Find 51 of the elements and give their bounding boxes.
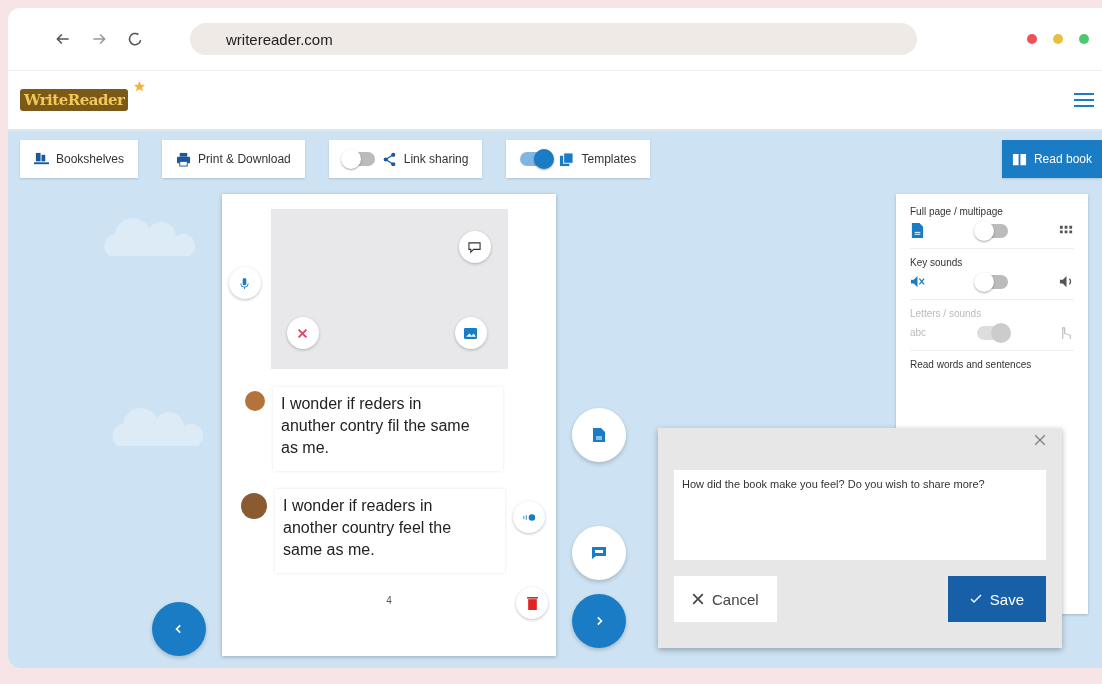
- settings-label: Read words and sentences: [910, 359, 1033, 370]
- image-icon: [464, 326, 477, 340]
- toolbar-button[interactable]: Print & Download: [162, 140, 305, 178]
- star-icon: [134, 81, 146, 92]
- trash-icon: [525, 596, 539, 610]
- toolbar-button[interactable]: Bookshelves: [20, 140, 139, 178]
- avatar-icon: [245, 391, 265, 411]
- close-icon: [296, 326, 309, 340]
- page-text[interactable]: I wonder if readers in another country feel the same as me.: [275, 489, 505, 573]
- setting-label: Full page / multipage: [910, 206, 1004, 217]
- toolbar-button[interactable]: Read book: [1001, 140, 1102, 178]
- page-number: 4: [386, 595, 392, 606]
- document-icon: [592, 428, 606, 442]
- bookshelf-icon: [34, 151, 49, 167]
- speaker-muted-icon: [910, 274, 925, 289]
- voice-button[interactable]: [513, 501, 545, 533]
- microphone-icon: [238, 276, 251, 290]
- toggle-switch[interactable]: [976, 223, 1008, 238]
- printer-icon: [176, 151, 192, 167]
- share-icon: [381, 151, 397, 167]
- delete-button[interactable]: [516, 587, 548, 619]
- comment-field[interactable]: How did the book make you feel? Do you wish to share more?: [674, 470, 1046, 560]
- address-bar[interactable]: writereader.com: [190, 23, 917, 55]
- open-book-icon: [1011, 151, 1027, 167]
- previous-page-button[interactable]: [152, 602, 206, 656]
- toggle-button[interactable]: Link sharing: [328, 140, 483, 178]
- comment-icon: [592, 546, 606, 560]
- logo[interactable]: WriteReader: [20, 89, 129, 111]
- setting-label: Letters / sounds: [910, 308, 983, 319]
- page-icon: [910, 223, 925, 238]
- reload-icon[interactable]: [126, 30, 144, 48]
- speaker-icon: [1059, 274, 1074, 289]
- menu-icon[interactable]: [1074, 92, 1094, 108]
- cancel-button[interactable]: Cancel: [674, 576, 777, 622]
- pages-icon: [559, 151, 575, 167]
- record-button[interactable]: [228, 267, 261, 299]
- close-icon: [692, 593, 704, 605]
- save-button[interactable]: Save: [947, 576, 1046, 622]
- avatar-icon: [241, 493, 267, 519]
- next-page-button[interactable]: [572, 594, 626, 648]
- window-controls-icon: [1026, 33, 1090, 45]
- comment-button[interactable]: [572, 526, 626, 580]
- speech-bubble-icon: [468, 240, 481, 254]
- add-page-button[interactable]: [572, 408, 626, 462]
- toggle-button[interactable]: Templates: [506, 140, 651, 178]
- page-text[interactable]: I wonder if reders in anuther contry fil the same as me.: [273, 387, 503, 471]
- check-icon: [969, 593, 982, 605]
- option-label: abc: [910, 327, 927, 338]
- setting-label: Key sounds: [910, 257, 964, 268]
- close-icon[interactable]: [1034, 434, 1046, 446]
- toggle-switch[interactable]: [976, 274, 1008, 289]
